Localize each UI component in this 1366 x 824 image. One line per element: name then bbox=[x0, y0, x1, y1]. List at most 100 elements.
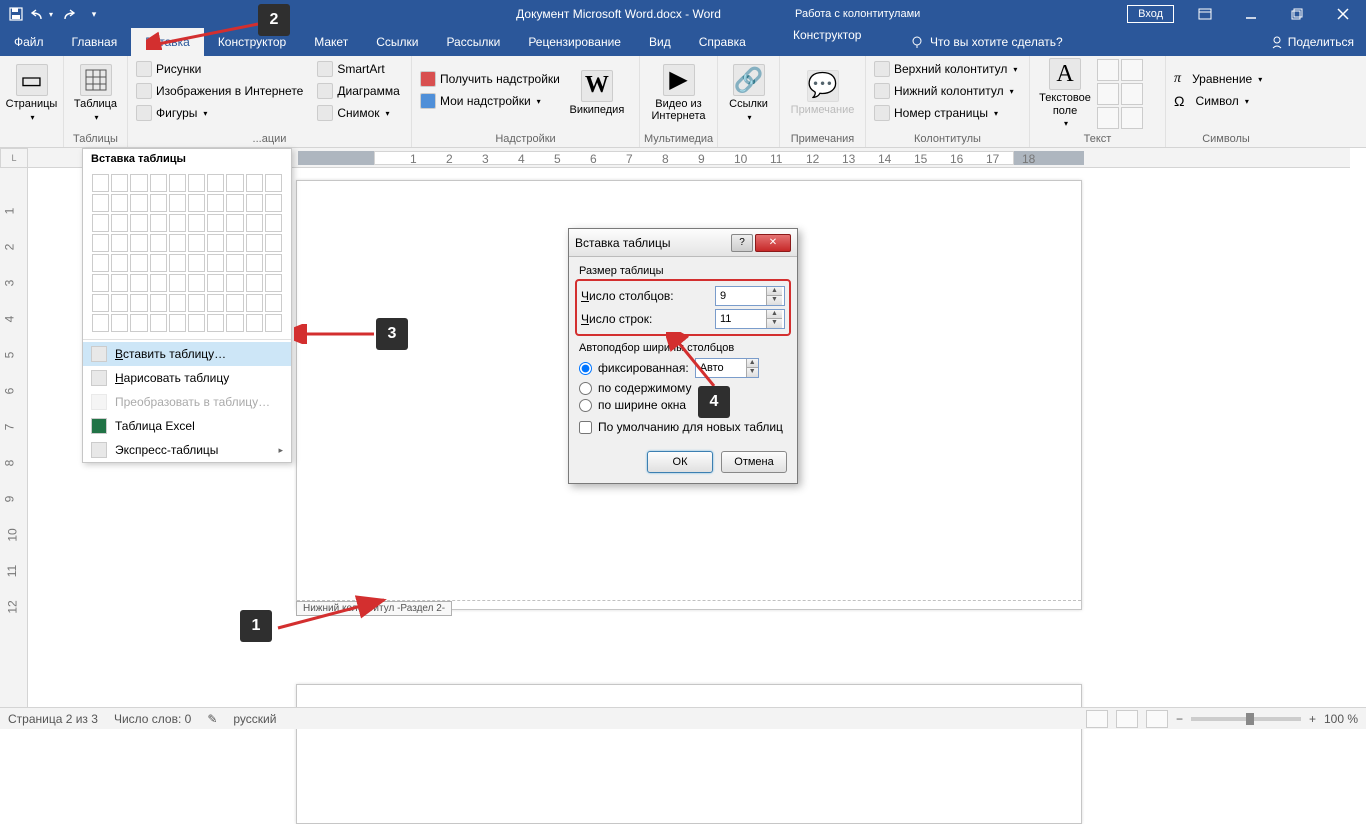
links-button[interactable]: 🔗Ссылки▾ bbox=[722, 58, 775, 128]
signature-button[interactable] bbox=[1121, 83, 1143, 105]
grid-cell[interactable] bbox=[92, 274, 109, 292]
grid-cell[interactable] bbox=[246, 294, 263, 312]
grid-cell[interactable] bbox=[150, 214, 167, 232]
spelling-icon[interactable]: ✎ bbox=[207, 712, 217, 726]
tab-layout[interactable]: Макет bbox=[300, 28, 362, 56]
print-layout-button[interactable] bbox=[1116, 710, 1138, 728]
ribbon-display-button[interactable] bbox=[1182, 0, 1228, 28]
grid-cell[interactable] bbox=[150, 274, 167, 292]
grid-cell[interactable] bbox=[92, 194, 109, 212]
grid-cell[interactable] bbox=[130, 274, 147, 292]
language-indicator[interactable]: русский bbox=[233, 712, 276, 726]
table-button[interactable]: Таблица▾ bbox=[68, 58, 123, 128]
equation-button[interactable]: π Уравнение▾ bbox=[1170, 68, 1266, 90]
tab-hf-design[interactable]: Конструктор bbox=[779, 28, 875, 42]
cancel-button[interactable]: Отмена bbox=[721, 451, 787, 473]
maximize-button[interactable] bbox=[1274, 0, 1320, 28]
grid-cell[interactable] bbox=[111, 314, 128, 332]
autofit-contents-radio[interactable] bbox=[579, 382, 592, 395]
zoom-level[interactable]: 100 % bbox=[1324, 712, 1358, 726]
tab-help[interactable]: Справка bbox=[685, 28, 760, 56]
spin-down-icon[interactable]: ▼ bbox=[766, 319, 782, 328]
excel-spreadsheet-menu-item[interactable]: Таблица Excel bbox=[83, 414, 291, 438]
minimize-button[interactable] bbox=[1228, 0, 1274, 28]
spin-down-icon[interactable]: ▼ bbox=[766, 296, 782, 305]
footer-button[interactable]: Нижний колонтитул▾ bbox=[870, 80, 1021, 102]
tab-file[interactable]: Файл bbox=[0, 28, 58, 56]
table-size-grid[interactable] bbox=[83, 169, 291, 337]
grid-cell[interactable] bbox=[207, 174, 224, 192]
grid-cell[interactable] bbox=[207, 234, 224, 252]
tab-mailings[interactable]: Рассылки bbox=[432, 28, 514, 56]
grid-cell[interactable] bbox=[188, 314, 205, 332]
grid-cell[interactable] bbox=[265, 294, 282, 312]
grid-cell[interactable] bbox=[265, 314, 282, 332]
grid-cell[interactable] bbox=[188, 294, 205, 312]
screenshot-button[interactable]: Снимок▾ bbox=[313, 102, 403, 124]
draw-table-menu-item[interactable]: Нарисовать таблицу bbox=[83, 366, 291, 390]
tell-me-search[interactable]: Что вы хотите сделать? bbox=[910, 28, 1063, 56]
grid-cell[interactable] bbox=[150, 194, 167, 212]
web-layout-button[interactable] bbox=[1146, 710, 1168, 728]
grid-cell[interactable] bbox=[130, 174, 147, 192]
dialog-help-button[interactable]: ? bbox=[731, 234, 753, 252]
spin-up-icon[interactable]: ▲ bbox=[766, 287, 782, 296]
grid-cell[interactable] bbox=[246, 234, 263, 252]
grid-cell[interactable] bbox=[265, 274, 282, 292]
grid-cell[interactable] bbox=[226, 254, 243, 272]
insert-table-menu-item[interactable]: Вставить таблицу… bbox=[83, 342, 291, 366]
dialog-titlebar[interactable]: Вставка таблицы ? ✕ bbox=[569, 229, 797, 257]
grid-cell[interactable] bbox=[92, 254, 109, 272]
chart-button[interactable]: Диаграмма bbox=[313, 80, 403, 102]
grid-cell[interactable] bbox=[246, 274, 263, 292]
grid-cell[interactable] bbox=[130, 214, 147, 232]
grid-cell[interactable] bbox=[150, 174, 167, 192]
dialog-close-button[interactable]: ✕ bbox=[755, 234, 791, 252]
spin-up-icon[interactable]: ▲ bbox=[766, 310, 782, 319]
remember-dimensions-checkbox[interactable] bbox=[579, 421, 592, 434]
page-number-button[interactable]: Номер страницы▾ bbox=[870, 102, 1021, 124]
wordart-button[interactable] bbox=[1121, 59, 1143, 81]
grid-cell[interactable] bbox=[207, 194, 224, 212]
drop-cap-button[interactable] bbox=[1097, 83, 1119, 105]
grid-cell[interactable] bbox=[188, 234, 205, 252]
textbox-button[interactable]: AТекстовое поле▾ bbox=[1034, 58, 1096, 128]
grid-cell[interactable] bbox=[111, 214, 128, 232]
online-pictures-button[interactable]: Изображения в Интернете bbox=[132, 80, 307, 102]
my-addins-button[interactable]: Мои надстройки▾ bbox=[416, 90, 564, 112]
grid-cell[interactable] bbox=[92, 214, 109, 232]
grid-cell[interactable] bbox=[111, 174, 128, 192]
grid-cell[interactable] bbox=[111, 274, 128, 292]
redo-button[interactable] bbox=[56, 2, 80, 26]
grid-cell[interactable] bbox=[169, 314, 186, 332]
grid-cell[interactable] bbox=[130, 294, 147, 312]
grid-cell[interactable] bbox=[150, 314, 167, 332]
shapes-button[interactable]: Фигуры▾ bbox=[132, 102, 307, 124]
grid-cell[interactable] bbox=[207, 214, 224, 232]
grid-cell[interactable] bbox=[265, 254, 282, 272]
rows-spinner[interactable]: ▲▼ bbox=[715, 309, 785, 329]
grid-cell[interactable] bbox=[207, 314, 224, 332]
fixed-width-radio[interactable] bbox=[579, 362, 592, 375]
grid-cell[interactable] bbox=[226, 234, 243, 252]
grid-cell[interactable] bbox=[246, 194, 263, 212]
undo-button[interactable]: ▾ bbox=[30, 2, 54, 26]
zoom-slider[interactable] bbox=[1191, 717, 1301, 721]
grid-cell[interactable] bbox=[246, 174, 263, 192]
grid-cell[interactable] bbox=[226, 274, 243, 292]
wikipedia-button[interactable]: WВикипедия bbox=[564, 58, 630, 128]
zoom-out-button[interactable]: − bbox=[1176, 712, 1183, 726]
tab-review[interactable]: Рецензирование bbox=[514, 28, 635, 56]
quick-tables-menu-item[interactable]: Экспресс-таблицы▸ bbox=[83, 438, 291, 462]
save-button[interactable] bbox=[4, 2, 28, 26]
get-addins-button[interactable]: Получить надстройки bbox=[416, 68, 564, 90]
close-button[interactable] bbox=[1320, 0, 1366, 28]
sign-in-button[interactable]: Вход bbox=[1127, 5, 1174, 23]
grid-cell[interactable] bbox=[92, 234, 109, 252]
grid-cell[interactable] bbox=[207, 254, 224, 272]
grid-cell[interactable] bbox=[207, 294, 224, 312]
grid-cell[interactable] bbox=[111, 254, 128, 272]
ok-button[interactable]: ОК bbox=[647, 451, 713, 473]
vertical-ruler[interactable]: 123456789101112 bbox=[0, 168, 28, 707]
grid-cell[interactable] bbox=[169, 274, 186, 292]
